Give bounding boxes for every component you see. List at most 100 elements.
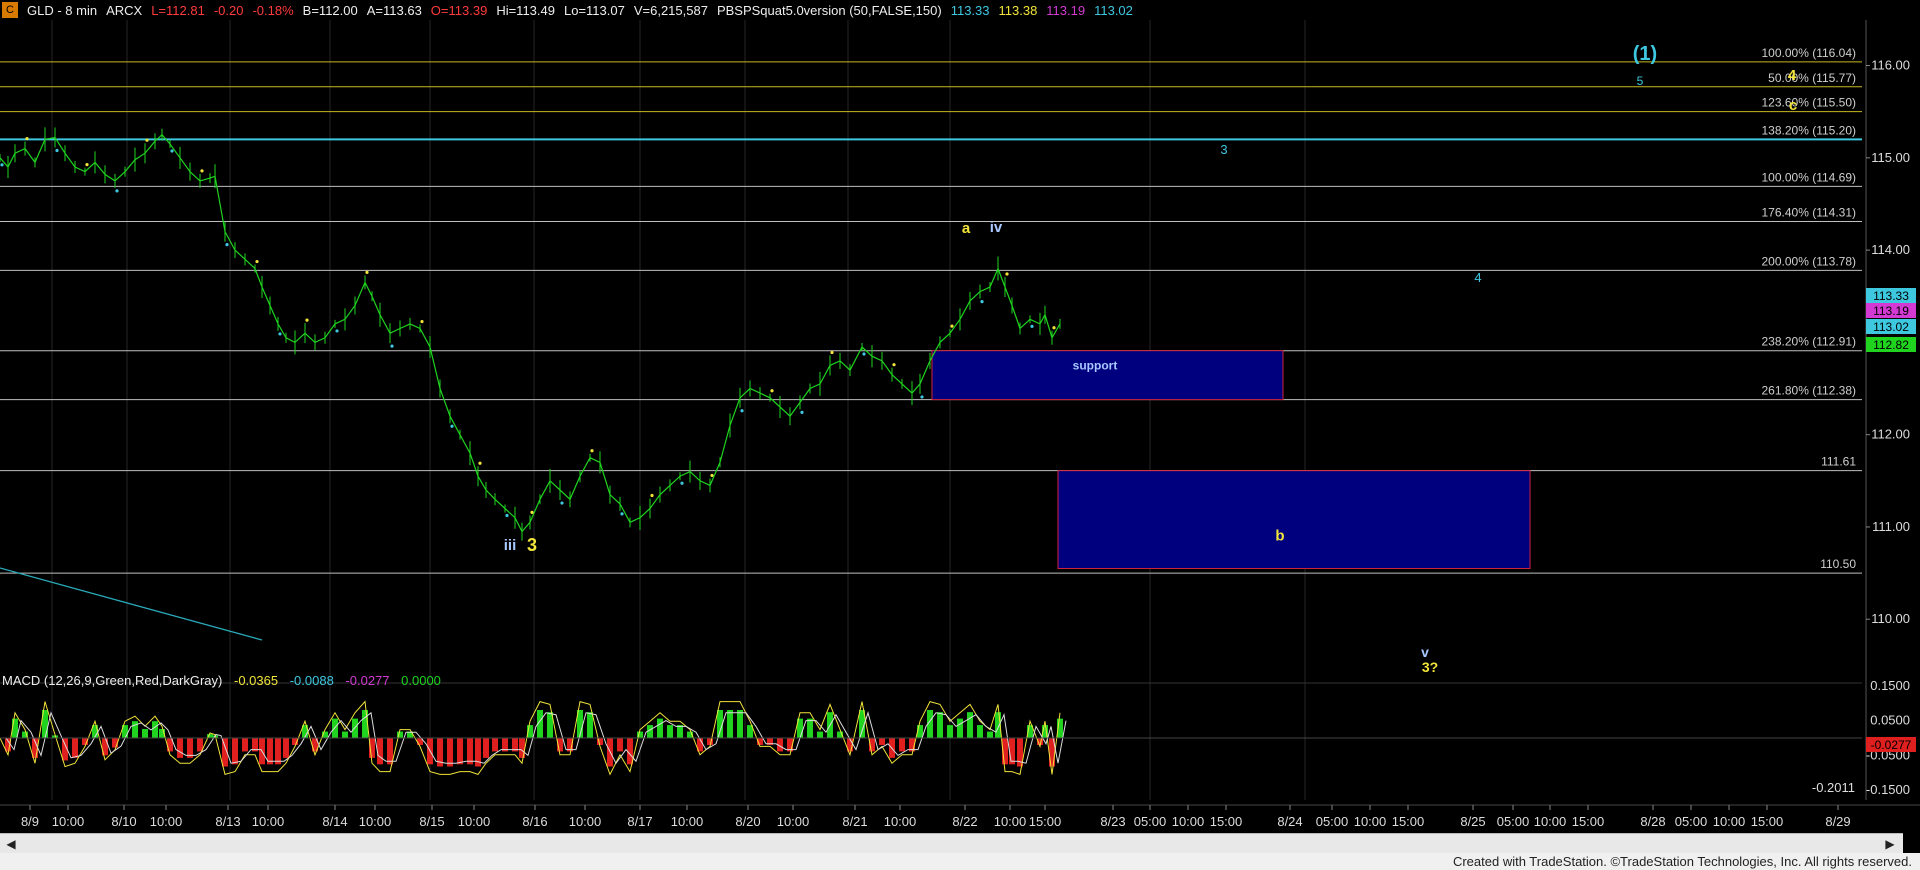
scroll-left-icon[interactable]: ◀	[4, 837, 18, 851]
macd-histogram-bar	[377, 738, 383, 765]
time-tick-label: 8/20	[735, 814, 760, 829]
price-tag-label: 113.02	[1873, 320, 1909, 334]
signal-dot	[1052, 326, 1056, 330]
signal-dot	[420, 319, 424, 324]
time-tick-label: 10:00	[458, 814, 491, 829]
macd-histogram-bar	[667, 725, 673, 739]
time-tick-label: 8/15	[419, 814, 444, 829]
time-tick-label: 05:00	[1316, 814, 1349, 829]
macd-histogram-bar	[947, 725, 953, 739]
time-tick-label: 10:00	[1354, 814, 1387, 829]
macd-histogram-bar	[332, 718, 338, 739]
macd-histogram-bar	[807, 718, 813, 739]
price-line	[0, 133, 1061, 533]
macd-histogram-bar	[647, 725, 653, 739]
fib-label: 111.61	[1821, 455, 1856, 469]
time-tick-label: 8/13	[215, 814, 240, 829]
macd-histogram-bar	[187, 738, 193, 758]
wave-label: 4	[1474, 270, 1481, 285]
fib-label: 261.80% (112.38)	[1761, 384, 1856, 398]
time-tick-label: 8/22	[952, 814, 977, 829]
zone-label: b	[1275, 528, 1284, 545]
horizontal-scrollbar[interactable]: ◀ ▶	[0, 833, 1903, 854]
price-tag-label: 112.82	[1873, 338, 1909, 352]
time-tick-label: 15:00	[1210, 814, 1243, 829]
macd-tick-label: -0.1500	[1866, 782, 1910, 797]
macd-histogram-bar	[467, 738, 473, 765]
signal-dot	[920, 395, 924, 399]
time-tick-label: 8/25	[1460, 814, 1485, 829]
signal-dot	[145, 138, 149, 142]
macd-histogram-bar	[987, 731, 993, 739]
macd-histogram-bar	[387, 738, 393, 765]
signal-dot	[255, 259, 259, 264]
macd-label: MACD (12,26,9,Green,Red,DarkGray) -0.036…	[2, 673, 449, 688]
signal-dot	[450, 424, 454, 428]
macd-histogram-bar	[967, 712, 973, 739]
time-tick-label: 10:00	[777, 814, 810, 829]
time-tick-label: 10:00	[1713, 814, 1746, 829]
time-tick-label: 15:00	[1572, 814, 1605, 829]
price-tick-label: 116.00	[1871, 58, 1910, 73]
macd-histogram-bar	[142, 728, 148, 739]
macd-histogram-bar	[352, 718, 358, 739]
time-tick-label: 10:00	[1534, 814, 1567, 829]
signal-dot	[770, 389, 774, 393]
price-tick-label: 115.00	[1871, 150, 1910, 165]
time-tick-label: 8/28	[1640, 814, 1665, 829]
time-tick-label: 10:00	[994, 814, 1027, 829]
macd-histogram-bar	[457, 738, 463, 765]
signal-dot	[590, 449, 594, 453]
price-tag-label: 113.33	[1873, 289, 1909, 303]
macd-histogram-bar	[447, 738, 453, 767]
scroll-right-icon[interactable]: ▶	[1883, 837, 1897, 851]
fib-label: 138.20% (115.20)	[1761, 123, 1856, 137]
signal-dot	[55, 148, 59, 153]
fib-label: 100.00% (114.69)	[1761, 170, 1856, 184]
macd-value-4: 0.0000	[401, 673, 441, 688]
signal-dot	[980, 300, 984, 304]
fib-label: 123.60% (115.50)	[1761, 96, 1856, 110]
signal-dot	[862, 352, 866, 356]
macd-histogram-bar	[957, 718, 963, 739]
time-tick-label: 8/16	[522, 814, 547, 829]
wave-label: a	[962, 220, 971, 237]
wave-label: 5	[1637, 74, 1644, 88]
macd-title: MACD (12,26,9,Green,Red,DarkGray)	[2, 673, 223, 688]
macd-histogram-bar	[283, 738, 289, 758]
signal-dot	[800, 410, 804, 414]
time-tick-label: 8/23	[1100, 814, 1125, 829]
macd-histogram-bar	[72, 738, 78, 758]
wave-label: c	[1789, 97, 1797, 114]
macd-histogram-bar	[727, 710, 733, 739]
zone-box-b	[1057, 470, 1531, 569]
time-tick-label: 10:00	[671, 814, 704, 829]
signal-dot	[25, 136, 29, 141]
price-tick-label: 112.00	[1871, 427, 1910, 442]
macd-min-label: -0.2011	[1812, 780, 1855, 795]
wave-label: (1)	[1633, 43, 1657, 65]
signal-dot	[85, 163, 89, 167]
signal-dot	[365, 270, 369, 274]
time-tick-label: 8/14	[322, 814, 347, 829]
signal-dot	[950, 324, 954, 328]
wave-label: 4	[1788, 67, 1797, 84]
time-tick-label: 10:00	[569, 814, 602, 829]
signal-dot	[1030, 324, 1034, 328]
signal-dot	[200, 169, 204, 173]
macd-histogram-bar	[152, 721, 158, 739]
copyright-text: Created with TradeStation. ©TradeStation…	[1452, 854, 1912, 869]
fib-label: 176.40% (114.31)	[1761, 205, 1856, 219]
macd-tick-label: 0.1500	[1870, 678, 1910, 693]
time-tick-label: 10:00	[1172, 814, 1205, 829]
macd-histogram-bar	[492, 738, 498, 752]
price-chart[interactable]: 100.00% (116.04) 50.00% (115.77) 123.60% (…	[0, 0, 1920, 833]
macd-value-1: -0.0365	[233, 673, 279, 688]
signal-dot	[710, 473, 714, 478]
macd-histogram-bar	[977, 725, 983, 739]
macd-histogram-bar	[232, 738, 238, 765]
macd-histogram-bar	[817, 731, 823, 739]
macd-histogram-bar	[177, 738, 183, 758]
signal-dot	[1005, 272, 1009, 276]
macd-histogram-bar	[899, 738, 905, 752]
